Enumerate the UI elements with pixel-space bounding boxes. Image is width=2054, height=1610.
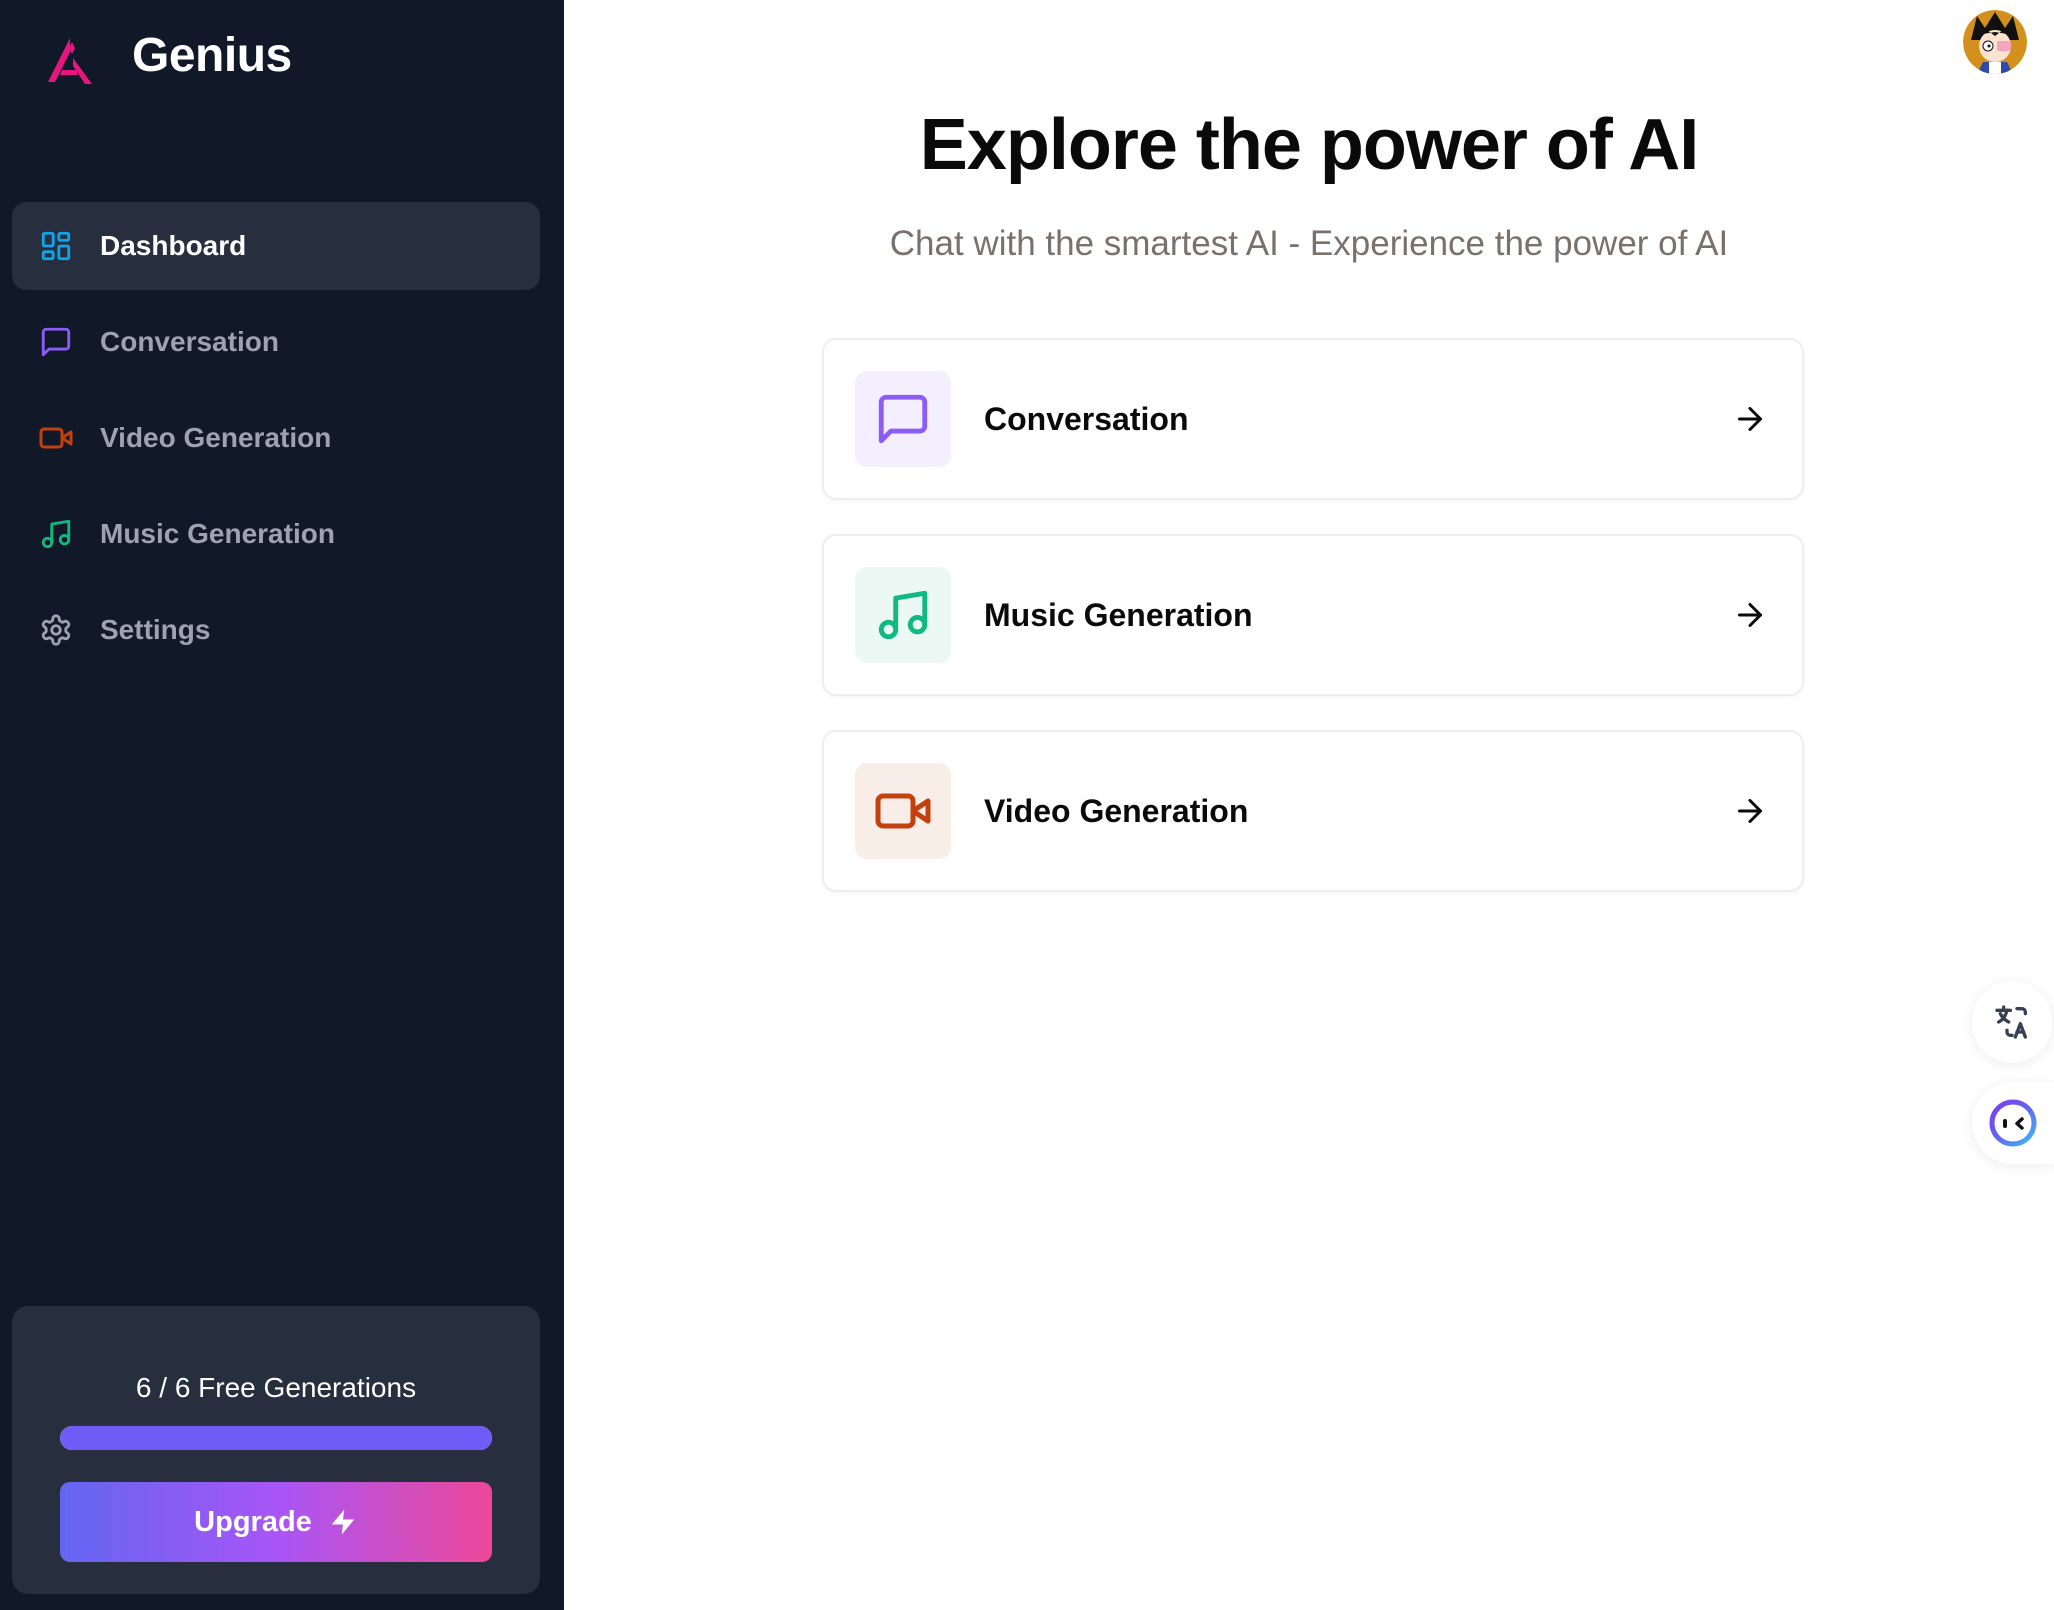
tool-icon-box [855, 371, 951, 467]
tool-label: Conversation [984, 400, 1189, 437]
tool-icon-box [855, 567, 951, 663]
user-avatar[interactable] [1963, 10, 2027, 74]
page-title: Explore the power of AI [919, 105, 1699, 185]
tool-label: Music Generation [984, 596, 1253, 633]
video-icon [875, 793, 931, 829]
arrow-right-icon [1738, 603, 1762, 627]
sidebar-item-label: Dashboard [100, 230, 247, 261]
genius-logo-icon[interactable] [42, 32, 98, 88]
music-icon [38, 516, 74, 552]
translate-button[interactable] [1972, 981, 2052, 1063]
sidebar-item-video-generation[interactable]: Video Generation [12, 394, 540, 482]
arrow-right-icon [1738, 407, 1762, 431]
settings-icon [38, 612, 74, 648]
music-icon [878, 590, 928, 640]
tool-card-video-generation[interactable]: Video Generation [822, 730, 1804, 892]
free-generations-count: 6 / 6 Free Generations [135, 1372, 417, 1403]
zap-icon [331, 1509, 355, 1535]
usage-progress-bar [60, 1426, 492, 1450]
tool-card-music-generation[interactable]: Music Generation [822, 534, 1804, 696]
free-usage-card: 6 / 6 Free Generations Upgrade [12, 1306, 540, 1594]
sidebar-item-label: Video Generation [100, 422, 332, 453]
layout-dashboard-icon [38, 228, 74, 264]
tool-card-conversation[interactable]: Conversation [822, 338, 1804, 500]
sidebar-item-label: Settings [100, 614, 211, 645]
message-square-icon [38, 324, 74, 360]
usage-progress-fill [60, 1426, 492, 1450]
assistant-button[interactable] [1972, 1082, 2054, 1164]
assistant-face-icon [1989, 1099, 2037, 1147]
sidebar-item-conversation[interactable]: Conversation [12, 298, 540, 386]
video-icon [38, 420, 74, 456]
tool-icon-box [855, 763, 951, 859]
upgrade-label: Upgrade [194, 1505, 312, 1538]
sidebar-item-settings[interactable]: Settings [12, 586, 540, 674]
brand-name[interactable]: Genius [132, 28, 292, 83]
translate-icon [1995, 1005, 2027, 1039]
message-square-icon [878, 394, 928, 444]
sidebar-item-label: Conversation [100, 326, 279, 357]
sidebar-item-music-generation[interactable]: Music Generation [12, 490, 540, 578]
page-subtitle: Chat with the smartest AI - Experience t… [889, 224, 1729, 263]
sidebar-item-dashboard[interactable]: Dashboard [12, 202, 540, 290]
sidebar: Genius Dashboard Conversation Video Gene… [0, 0, 564, 1610]
sidebar-item-label: Music Generation [100, 518, 335, 549]
upgrade-button[interactable]: Upgrade [60, 1482, 492, 1562]
tool-label: Video Generation [984, 792, 1249, 829]
arrow-right-icon [1738, 799, 1762, 823]
